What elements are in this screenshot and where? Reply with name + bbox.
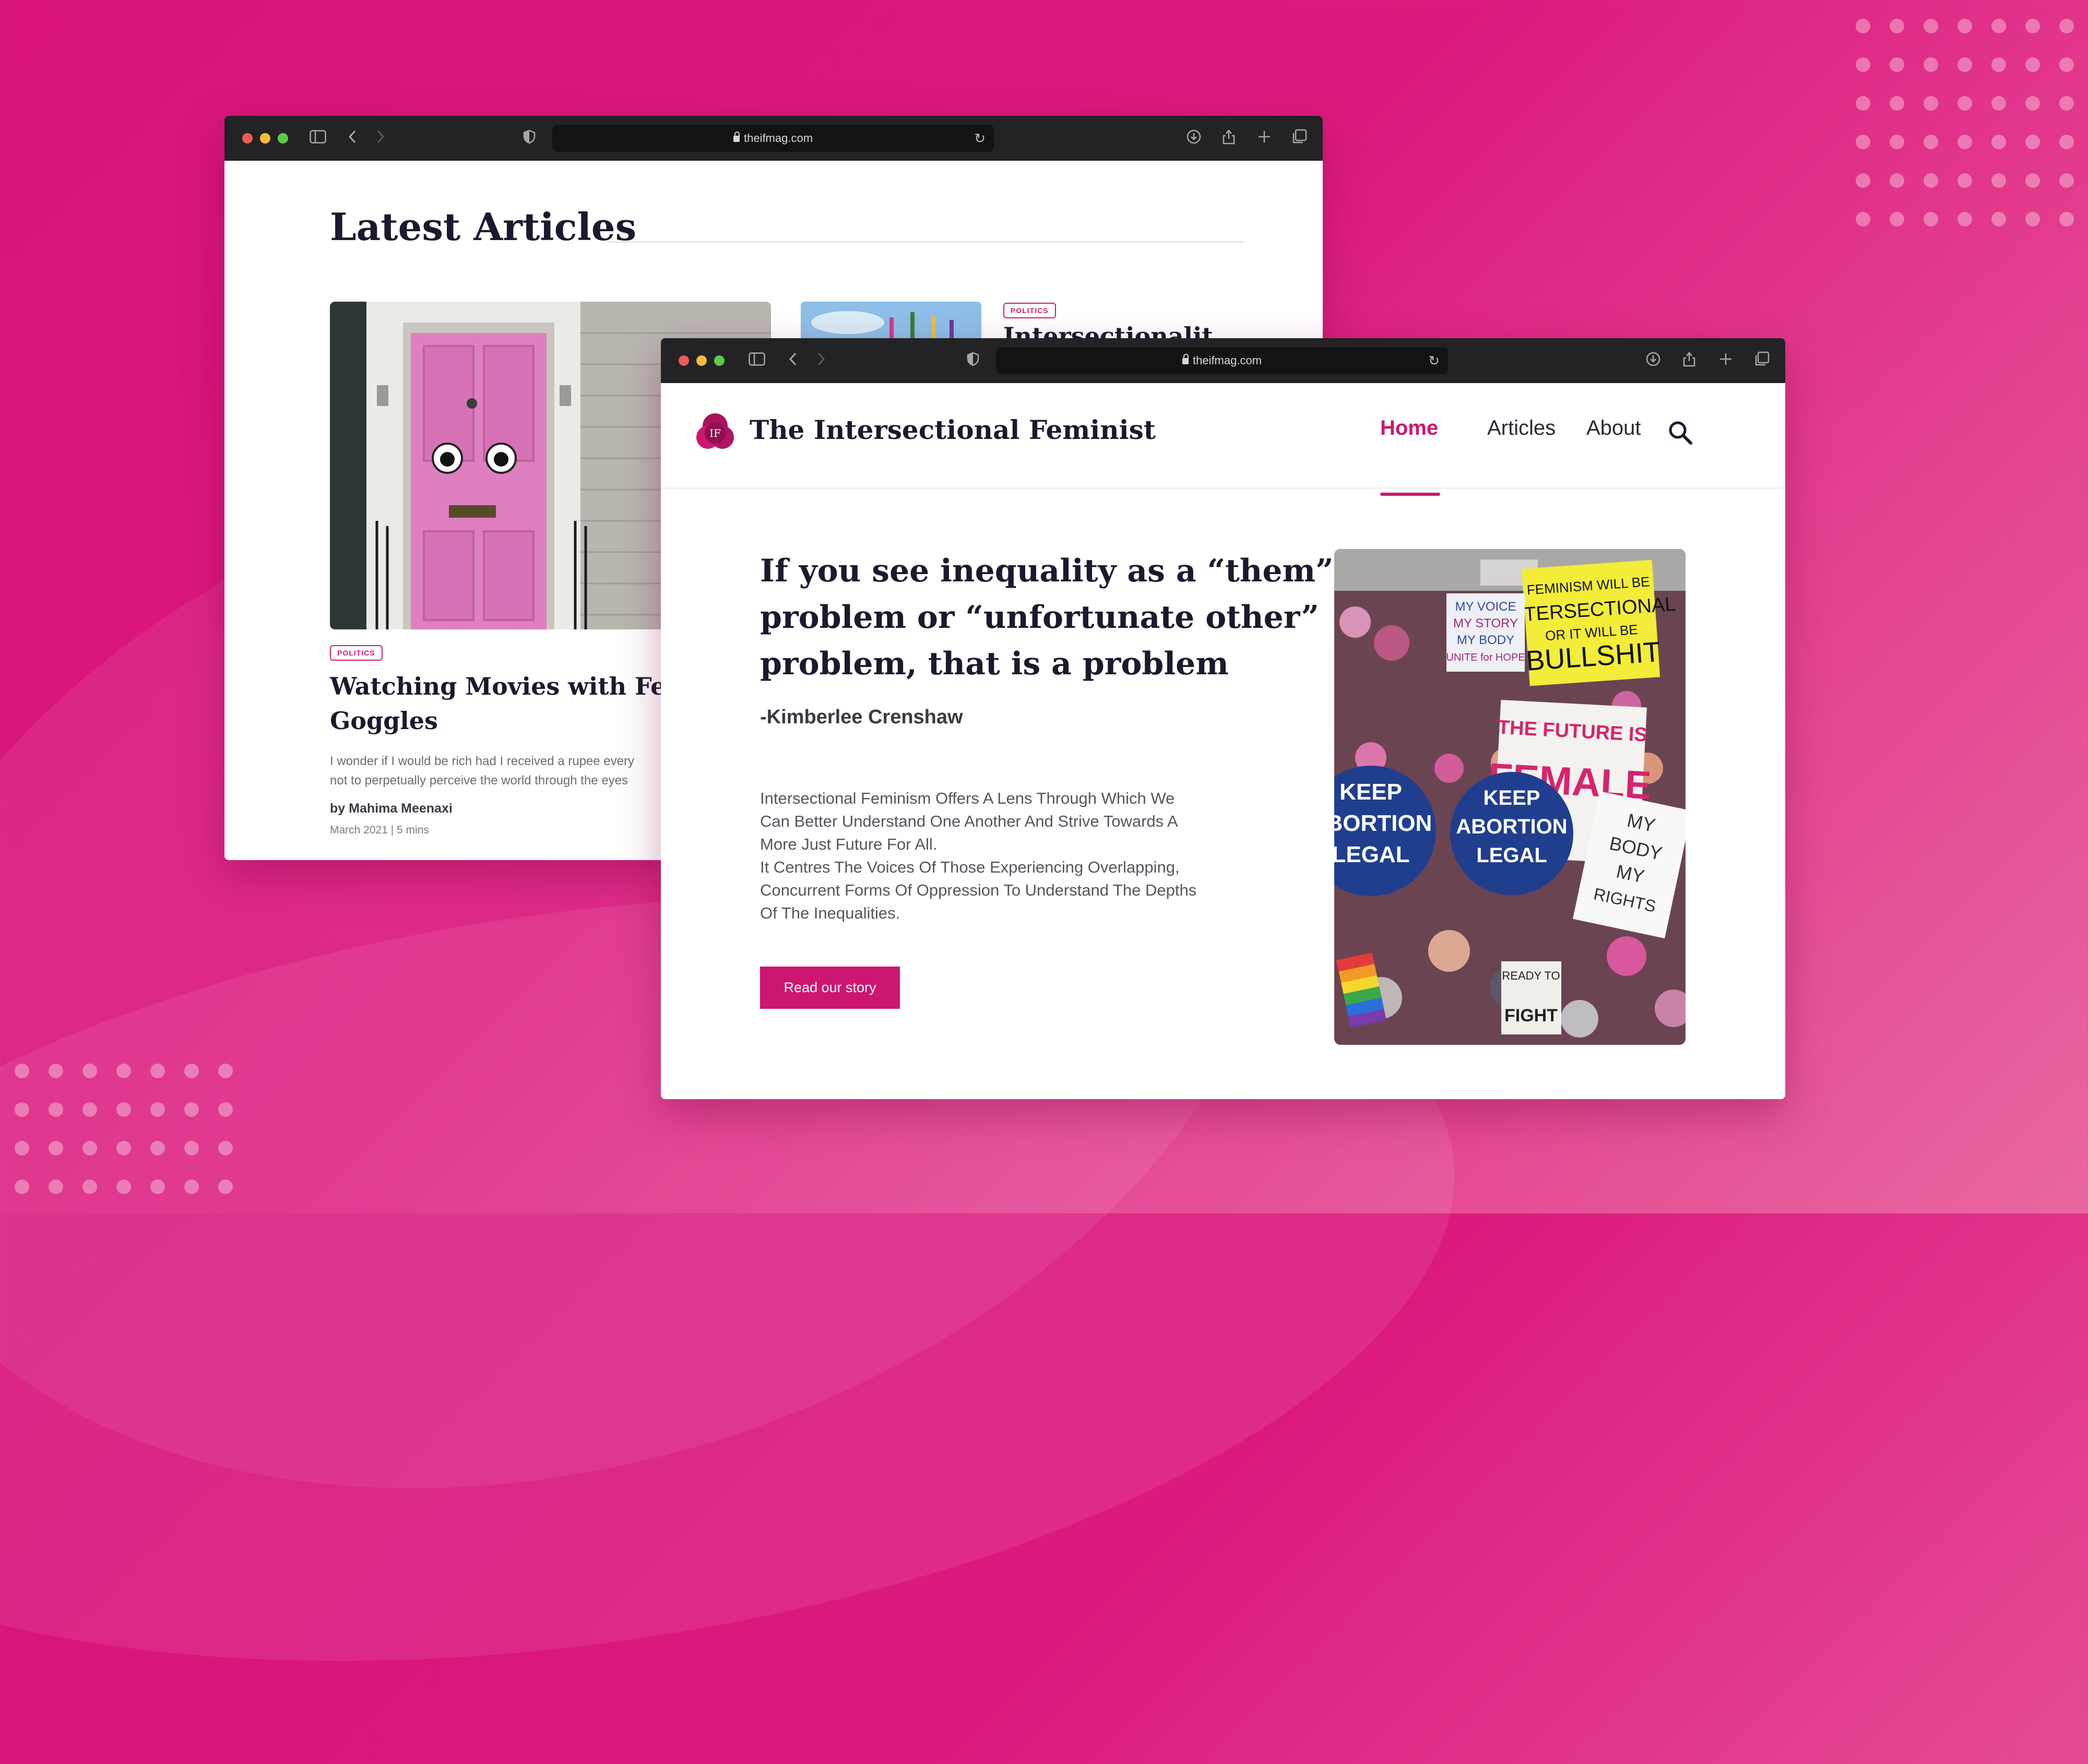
- address-bar-url: theifmag.com: [743, 132, 813, 145]
- new-tab-plus-icon[interactable]: [1257, 129, 1272, 147]
- quote-author: -Kimberlee Crenshaw: [760, 706, 963, 728]
- logo-monogram: IF: [709, 427, 721, 439]
- nav-home[interactable]: Home: [1380, 416, 1438, 440]
- lock-icon: [733, 132, 740, 142]
- decorative-dot-grid: [15, 1064, 252, 1218]
- sign-text: READY TO: [1502, 969, 1560, 982]
- description-line: It Centres The Voices Of Those Experienc…: [760, 858, 1180, 876]
- forward-arrow-icon[interactable]: [816, 352, 826, 370]
- site-header: IF The Intersectional Feminist Home Arti…: [661, 383, 1785, 496]
- reload-icon[interactable]: ↻: [974, 130, 986, 147]
- excerpt-line: not to perpetually perceive the world th…: [330, 773, 628, 788]
- search-icon[interactable]: [1667, 420, 1693, 448]
- sidebar-toggle-icon[interactable]: [310, 130, 326, 147]
- article-meta: March 2021 | 5 mins: [330, 824, 429, 836]
- quote-line: If you see inequality as a “them”: [760, 553, 1334, 589]
- reload-icon[interactable]: ↻: [1428, 353, 1440, 369]
- download-icon[interactable]: [1645, 351, 1661, 370]
- sign-text: MY STORY: [1453, 616, 1518, 630]
- description-line: Of The Inequalities.: [760, 904, 900, 922]
- sign-text: ABORTION: [1334, 811, 1432, 836]
- address-bar[interactable]: theifmag.com ↻: [552, 125, 994, 152]
- quote-line: problem, that is a problem: [760, 646, 1229, 682]
- read-our-story-button[interactable]: Read our story: [760, 967, 900, 1009]
- sign-text: MY VOICE: [1455, 600, 1516, 614]
- sign-text: KEEP: [1484, 786, 1540, 809]
- maximize-window-button[interactable]: [714, 355, 725, 366]
- description-line: Can Better Understand One Another And St…: [760, 812, 1178, 830]
- sign-text: ABORTION: [1456, 815, 1567, 838]
- address-bar[interactable]: theifmag.com ↻: [996, 347, 1448, 374]
- sign-text: KEEP: [1339, 779, 1402, 805]
- decorative-dot-grid: [1856, 19, 2088, 251]
- category-tag[interactable]: POLITICS: [330, 645, 383, 661]
- maximize-window-button[interactable]: [278, 133, 288, 144]
- share-icon[interactable]: [1221, 128, 1236, 148]
- section-divider: [609, 241, 1244, 243]
- browser-toolbar: theifmag.com ↻: [661, 338, 1785, 383]
- minimize-window-button[interactable]: [260, 133, 270, 144]
- back-arrow-icon[interactable]: [788, 352, 798, 370]
- sign-text: LEGAL: [1334, 842, 1410, 867]
- description-line: Intersectional Feminism Offers A Lens Th…: [760, 789, 1175, 807]
- site-logo[interactable]: IF: [696, 410, 734, 455]
- browser-toolbar: theifmag.com ↻: [224, 116, 1323, 161]
- sign-text: MY BODY: [1457, 633, 1514, 647]
- site-name[interactable]: The Intersectional Feminist: [750, 414, 1156, 445]
- lock-icon: [1182, 354, 1189, 364]
- address-bar-url: theifmag.com: [1192, 354, 1262, 367]
- forward-arrow-icon[interactable]: [376, 129, 385, 147]
- category-tag[interactable]: POLITICS: [1003, 303, 1056, 318]
- privacy-shield-icon[interactable]: [967, 352, 979, 370]
- article-excerpt: I wonder if I would be rich had I receiv…: [330, 752, 634, 790]
- article-title-line: Goggles: [330, 707, 438, 735]
- download-icon[interactable]: [1186, 129, 1202, 148]
- hero-image-protest: FEMINISM WILL BE INTERSECTIONAL OR IT WI…: [1334, 549, 1686, 1045]
- window-controls: [679, 355, 725, 366]
- minimize-window-button[interactable]: [696, 355, 707, 366]
- description-line: More Just Future For All.: [760, 835, 938, 853]
- excerpt-line: I wonder if I would be rich had I receiv…: [330, 754, 634, 768]
- tab-overview-icon[interactable]: [1291, 129, 1307, 148]
- browser-window-home: theifmag.com ↻ IF The Intersectional Fem…: [661, 338, 1785, 1099]
- article-author[interactable]: by Mahima Meenaxi: [330, 801, 453, 816]
- sidebar-toggle-icon[interactable]: [749, 352, 765, 369]
- window-controls: [242, 133, 288, 144]
- new-tab-plus-icon[interactable]: [1718, 352, 1733, 370]
- sign-text: LEGAL: [1476, 844, 1547, 867]
- quote-line: problem or “unfortunate other”: [760, 599, 1320, 636]
- share-icon[interactable]: [1682, 351, 1696, 371]
- tab-overview-icon[interactable]: [1754, 351, 1770, 370]
- privacy-shield-icon[interactable]: [523, 129, 536, 147]
- article-thumbnail-protest[interactable]: [801, 302, 981, 338]
- description-line: Concurrent Forms Of Oppression To Unders…: [760, 881, 1197, 899]
- hero-description: Intersectional Feminism Offers A Lens Th…: [760, 787, 1282, 925]
- nav-articles[interactable]: Articles: [1487, 416, 1556, 440]
- nav-active-indicator: [1380, 493, 1440, 496]
- sign-text: UNITE for HOPE: [1446, 652, 1525, 663]
- section-title: Latest Articles: [330, 205, 637, 249]
- close-window-button[interactable]: [242, 133, 253, 144]
- nav-about[interactable]: About: [1586, 416, 1641, 440]
- close-window-button[interactable]: [679, 355, 689, 366]
- sign-text: FIGHT: [1504, 1006, 1558, 1026]
- hero-quote: If you see inequality as a “them” proble…: [760, 548, 1334, 687]
- back-arrow-icon[interactable]: [348, 129, 357, 147]
